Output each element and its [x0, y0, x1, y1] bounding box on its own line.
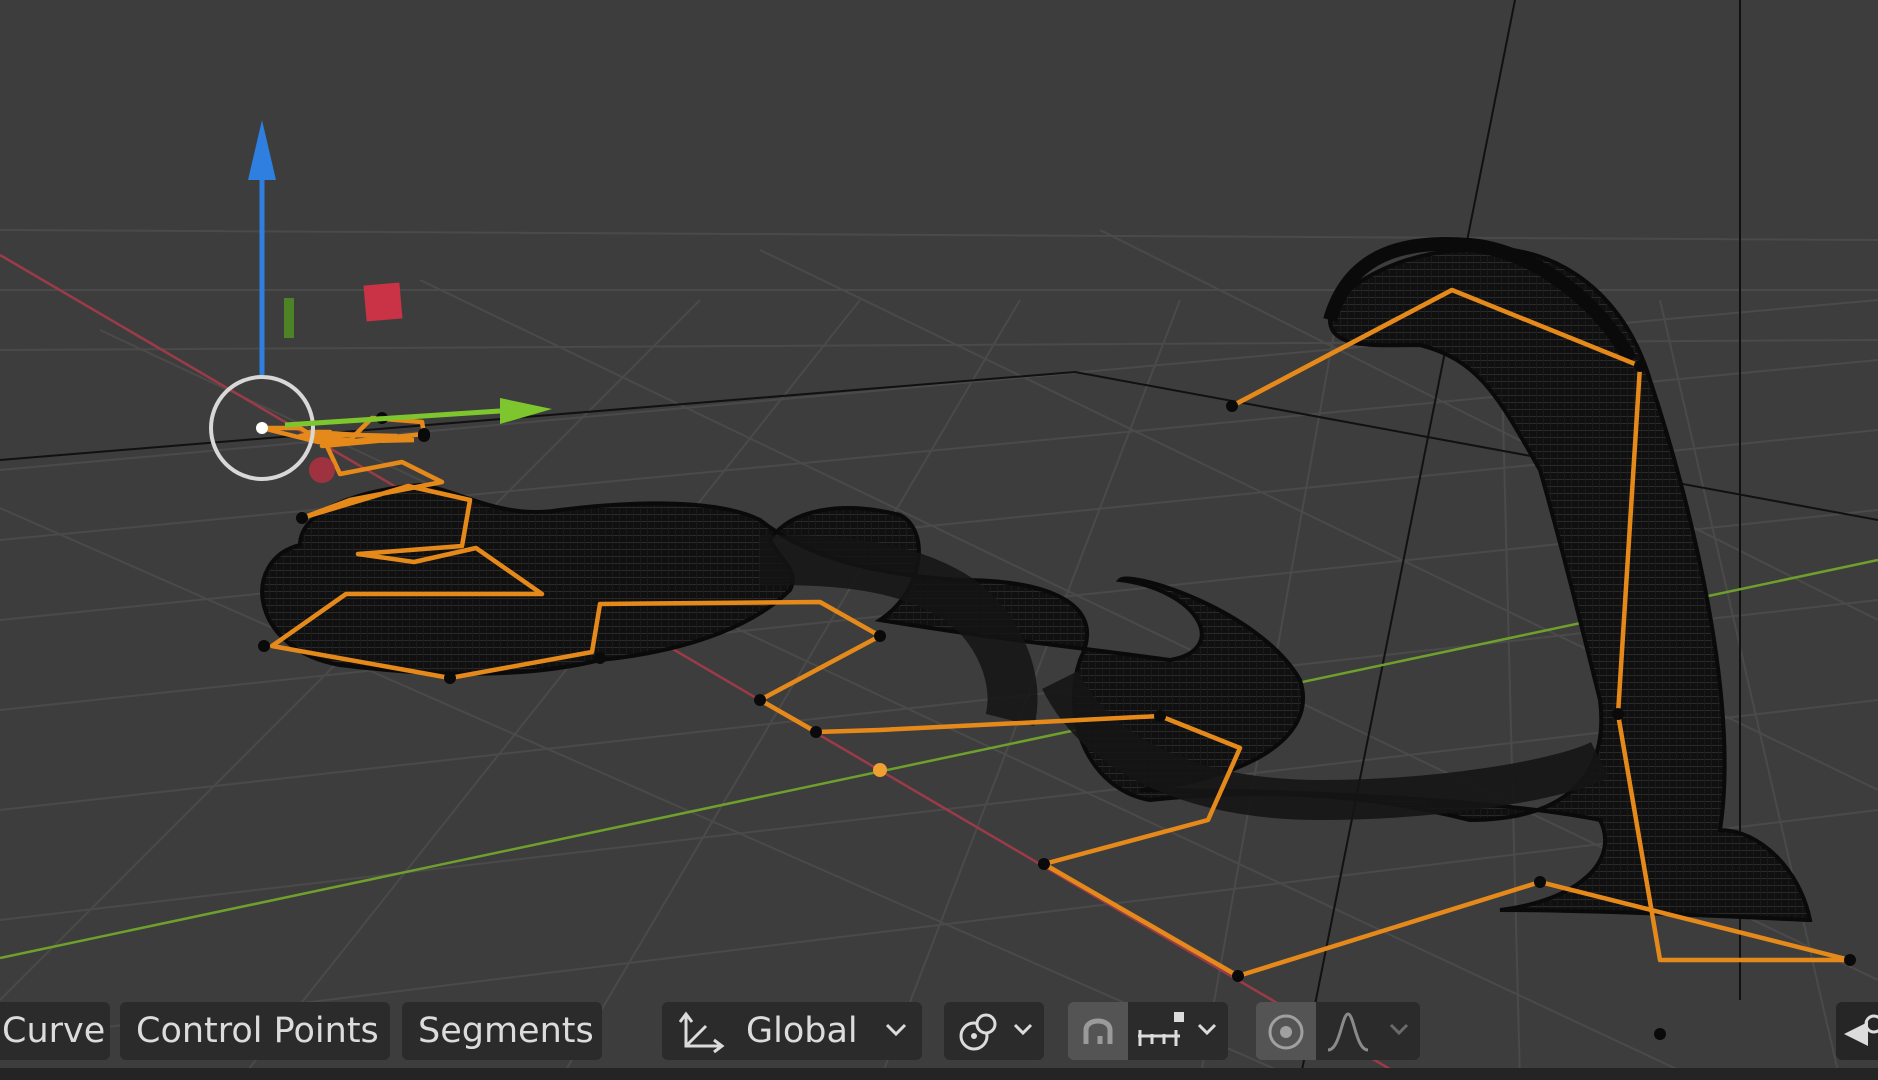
pivot-point-dropdown[interactable]: [944, 1002, 1044, 1060]
control-points-menu[interactable]: Control Points: [120, 1002, 390, 1060]
snap-toggle[interactable]: [1068, 1002, 1128, 1060]
transform-orientation-dropdown[interactable]: Global: [662, 1002, 922, 1060]
proportional-editing-toggle[interactable]: [1256, 1002, 1316, 1060]
gizmo-x-plane-handle[interactable]: [363, 282, 403, 322]
segments-menu[interactable]: Segments: [402, 1002, 602, 1060]
view-camera-button[interactable]: [1836, 1002, 1878, 1060]
snap-target-dropdown[interactable]: [1128, 1002, 1228, 1060]
viewport-scene[interactable]: [0, 0, 1878, 1080]
curve-menu-label: Curve: [2, 1011, 106, 1051]
object-origin[interactable]: [873, 763, 887, 777]
snap-magnet-icon: [1076, 1010, 1120, 1068]
gizmo-y-plane-handle[interactable]: [284, 298, 294, 338]
gizmo-z-arrow[interactable]: [248, 120, 276, 180]
viewport-header: Curve Control Points Segments Global: [0, 1000, 1878, 1062]
transform-orientation-label: Global: [746, 1011, 858, 1051]
snap-increment-icon: [1134, 1008, 1186, 1066]
proportional-editing-icon: [1264, 1010, 1308, 1068]
footer-strip: [0, 1068, 1878, 1080]
curve-menu[interactable]: Curve: [0, 1002, 110, 1060]
camera-view-icon: [1840, 1010, 1878, 1068]
gizmo-x-handle[interactable]: [309, 457, 335, 483]
segments-menu-label: Segments: [418, 1011, 594, 1051]
transform-orientation-icon: [676, 1008, 728, 1066]
pivot-point-icon: [956, 1010, 1002, 1068]
falloff-curve-icon: [1324, 1010, 1372, 1068]
3d-viewport[interactable]: Curve Control Points Segments Global: [0, 0, 1878, 1080]
control-points-menu-label: Control Points: [136, 1011, 379, 1051]
falloff-dropdown[interactable]: [1316, 1002, 1420, 1060]
